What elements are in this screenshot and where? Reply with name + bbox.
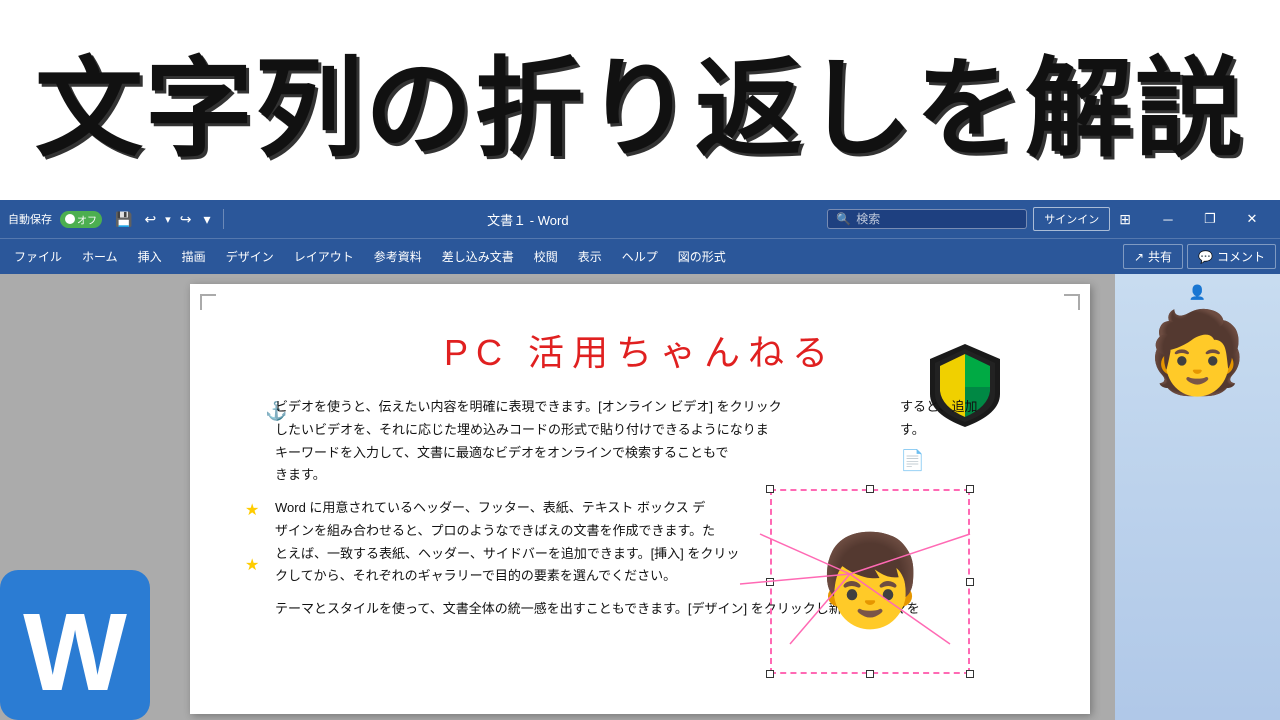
title-text: 文字列の折り返しを解説: [35, 22, 1245, 178]
search-icon: 🔍: [836, 212, 851, 226]
search-box[interactable]: 🔍: [827, 209, 1027, 229]
menu-design[interactable]: デザイン: [216, 244, 284, 269]
menu-review[interactable]: 校閲: [524, 244, 568, 269]
share-button[interactable]: ↗ 共有: [1123, 244, 1183, 269]
menu-help[interactable]: ヘルプ: [612, 244, 668, 269]
toolbar-divider: [223, 209, 224, 229]
sel-handle-br: [966, 670, 974, 678]
layout-icon[interactable]: ⊞: [1116, 209, 1134, 230]
selection-box: [770, 489, 970, 674]
menu-bar: ファイル ホーム 挿入 描画 デザイン レイアウト 参考資料 差し込み文書 校閲…: [0, 238, 1280, 274]
toggle-state: オフ: [77, 212, 97, 227]
anime-character: 👤 🧑: [1115, 274, 1280, 720]
share-icon: ↗: [1134, 250, 1144, 264]
sel-handle-tm: [866, 485, 874, 493]
word-logo: W: [0, 570, 150, 720]
menu-references[interactable]: 参考資料: [364, 244, 432, 269]
doc-area: PC 活用ちゃんねる ⚓ ビデオを使うと、伝えたい内容を明確に表現できます。[オ…: [0, 274, 1280, 720]
comment-label: コメント: [1217, 248, 1265, 265]
search-input[interactable]: [856, 212, 996, 226]
undo-icon[interactable]: ↩: [141, 209, 159, 230]
anime-char-label: 👤: [1189, 284, 1206, 301]
minimize-button[interactable]: ─: [1148, 204, 1188, 234]
undo-dropdown[interactable]: ▾: [165, 213, 171, 226]
window-controls: ─ ❐ ✕: [1148, 204, 1272, 234]
paragraph-1: ビデオを使うと、伝えたい内容を明確に表現できます。[オンライン ビデオ] をクリ…: [250, 396, 890, 487]
signin-button[interactable]: サインイン: [1033, 207, 1110, 231]
title-banner: 文字列の折り返しを解説: [0, 0, 1280, 200]
word-logo-icon: W: [0, 570, 150, 720]
menu-file[interactable]: ファイル: [4, 244, 72, 269]
sel-handle-mr: [966, 578, 974, 586]
autosave-label: 自動保存: [8, 211, 52, 227]
corner-mark-tl: [200, 294, 216, 310]
sel-handle-tr: [966, 485, 974, 493]
menu-layout[interactable]: レイアウト: [284, 244, 364, 269]
channel-title: PC 活用ちゃんねる: [250, 324, 1030, 376]
menu-insert[interactable]: 挿入: [128, 244, 172, 269]
menu-view[interactable]: 表示: [568, 244, 612, 269]
menu-mailings[interactable]: 差し込み文書: [432, 244, 524, 269]
anime-char-emoji: 🧑: [1148, 306, 1248, 400]
star-icon-2: ★: [245, 552, 259, 579]
menu-home[interactable]: ホーム: [72, 244, 128, 269]
corner-mark-tr: [1064, 294, 1080, 310]
paragraph-1-end: すると、追加す。 📄: [900, 396, 1030, 487]
doc-title: 文書１ - Word: [234, 210, 821, 229]
save-icon[interactable]: 💾: [112, 209, 135, 230]
close-button[interactable]: ✕: [1232, 204, 1272, 234]
comment-button[interactable]: 💬 コメント: [1187, 244, 1276, 269]
star-icon-1: ★: [245, 497, 259, 524]
menu-draw[interactable]: 描画: [172, 244, 216, 269]
svg-text:W: W: [23, 591, 127, 714]
word-titlebar: 自動保存 オフ 💾 ↩ ▾ ↪ ▾ 文書１ - Word 🔍 サインイン ⊞ ─…: [0, 200, 1280, 238]
quick-access-dropdown[interactable]: ▾: [200, 209, 213, 230]
restore-button[interactable]: ❐: [1190, 204, 1230, 234]
share-label: 共有: [1148, 248, 1172, 265]
redo-icon[interactable]: ↪: [177, 209, 195, 230]
selection-area: 👦: [770, 489, 970, 674]
menu-picture-format[interactable]: 図の形式: [668, 244, 736, 269]
sel-handle-tl: [766, 485, 774, 493]
document-page[interactable]: PC 活用ちゃんねる ⚓ ビデオを使うと、伝えたい内容を明確に表現できます。[オ…: [190, 284, 1090, 714]
autosave-toggle[interactable]: オフ: [60, 211, 102, 228]
toggle-dot: [65, 214, 75, 224]
sel-handle-bm: [866, 670, 874, 678]
menu-right-actions: ↗ 共有 💬 コメント: [1123, 244, 1276, 269]
sel-handle-bl: [766, 670, 774, 678]
comment-icon: 💬: [1198, 250, 1213, 264]
sel-handle-ml: [766, 578, 774, 586]
paragraph-1-wrapper: ビデオを使うと、伝えたい内容を明確に表現できます。[オンライン ビデオ] をクリ…: [250, 396, 1030, 487]
